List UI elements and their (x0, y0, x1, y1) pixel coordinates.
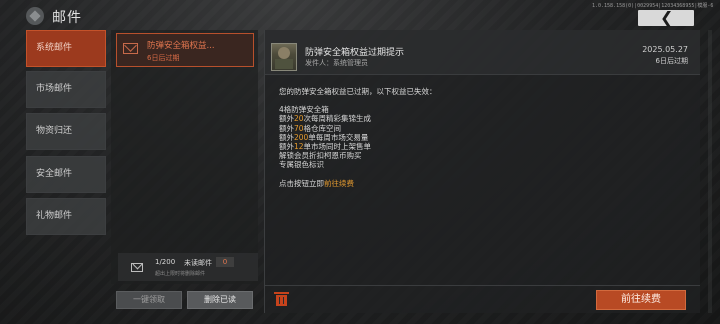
mail-logo-icon (26, 7, 44, 25)
build-info-text: 1.0.158.158(0)|0029954|12034368955|模服-6 (592, 3, 714, 9)
top-bar: 邮件 1.0.158.158(0)|0029954|12034368955|模服… (0, 0, 720, 34)
chevron-left-icon: ❮ (660, 8, 674, 27)
mail-item-expiry: 6日后过期 (147, 54, 180, 62)
mail-body: 您的防弹安全箱权益已过期，以下权益已失效： 4格防弹安全箱 额外20次每周精彩集… (279, 87, 437, 188)
mail-list-item[interactable]: 防弹安全箱权益... 6日后过期 (116, 33, 254, 67)
mail-title: 防弹安全箱权益过期提示 (305, 48, 405, 58)
unread-count-badge: 0 (216, 257, 234, 267)
scrollbar[interactable] (708, 30, 712, 313)
envelope-icon (131, 263, 143, 272)
back-button[interactable]: ❮ (638, 8, 694, 27)
mail-count-bar: 1/200 未读邮件 0 超出上限时将删除邮件 (118, 253, 258, 281)
go-renew-button[interactable]: 前往续费 (596, 290, 686, 310)
renew-link[interactable]: 前往续费 (324, 179, 354, 188)
open-envelope-icon (123, 43, 138, 54)
benefit-line: 额外70格仓库空间 (279, 123, 342, 133)
unread-label: 未读邮件 (184, 259, 212, 267)
sidebar-item-supply-return[interactable]: 物资归还 (26, 113, 106, 150)
mail-list-panel: 防弹安全箱权益... 6日后过期 (111, 30, 258, 284)
mail-detail-footer: 前往续费 (265, 285, 700, 314)
mail-item-title: 防弹安全箱权益... (147, 41, 215, 51)
mail-limit-note: 超出上限时将删除邮件 (155, 271, 206, 277)
sidebar-item-system-mail[interactable]: 系统邮件 (26, 30, 106, 67)
benefit-line: 专属银色标识 (279, 160, 324, 170)
sidebar-item-gift-mail[interactable]: 礼物邮件 (26, 198, 106, 235)
renew-prompt: 点击按钮立即前往续费 (279, 178, 354, 188)
delete-read-button[interactable]: 删除已读 (187, 291, 253, 309)
claim-all-button[interactable]: 一键领取 (116, 291, 182, 309)
mail-detail-panel: 防弹安全箱权益过期提示 发件人：系统管理员 2025.05.27 6日后过期 您… (264, 30, 700, 313)
trash-icon[interactable] (274, 292, 289, 306)
sidebar-item-market-mail[interactable]: 市场邮件 (26, 71, 106, 108)
mail-intro: 您的防弹安全箱权益已过期，以下权益已失效： (279, 87, 437, 96)
mail-sender: 发件人：系统管理员 (305, 59, 368, 67)
mail-expiry: 6日后过期 (655, 57, 688, 65)
page-title: 邮件 (52, 10, 82, 26)
mail-date: 2025.05.27 (642, 45, 688, 54)
sidebar-item-security-mail[interactable]: 安全邮件 (26, 156, 106, 193)
sender-avatar (271, 43, 297, 71)
mail-detail-header: 防弹安全箱权益过期提示 发件人：系统管理员 2025.05.27 6日后过期 (265, 30, 700, 75)
mail-count: 1/200 (155, 258, 176, 266)
benefit-line: 额外200单每周市场交易量 (279, 132, 369, 142)
benefit-line: 额外12单市场同时上架售单 (279, 142, 372, 152)
benefit-line: 额外20次每周精彩集锦生成 (279, 114, 372, 124)
